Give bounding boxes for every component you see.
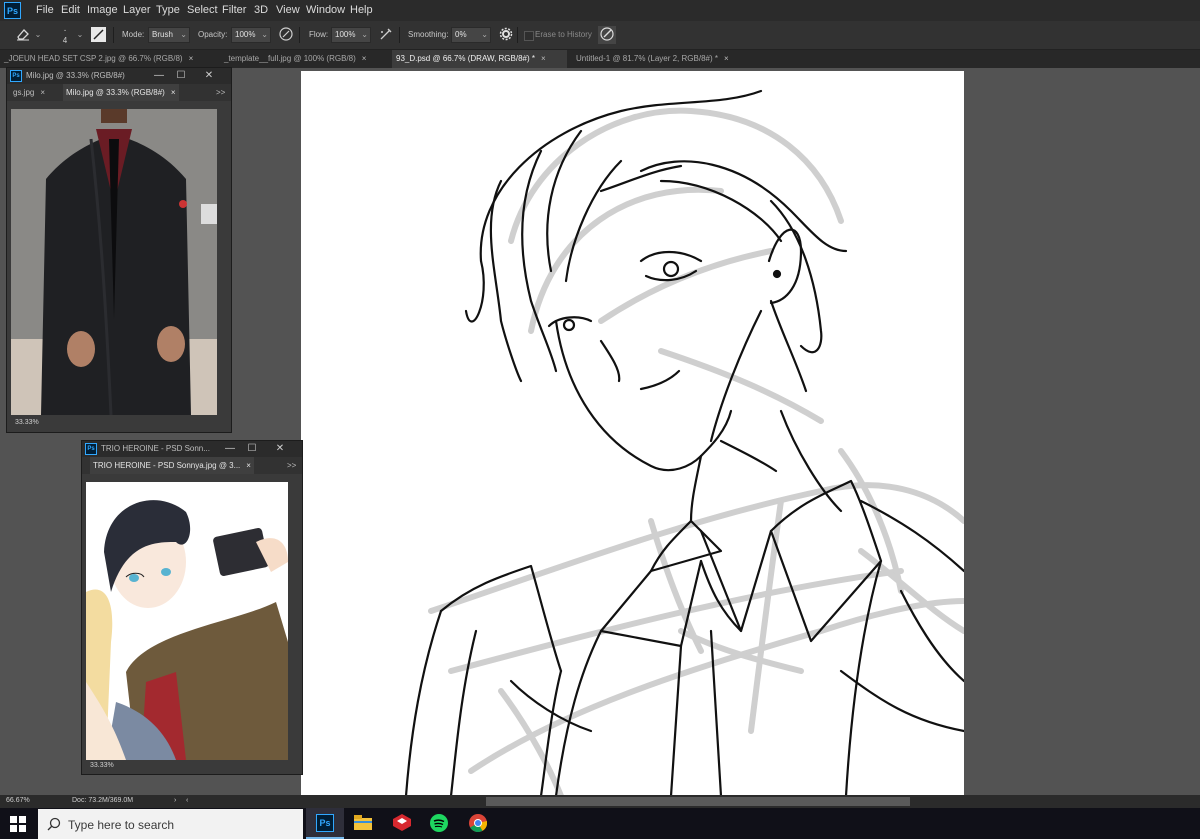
smoothing-label: Smoothing: (408, 30, 449, 39)
airbrush-icon[interactable] (377, 26, 395, 44)
menu-edit[interactable]: Edit (61, 4, 80, 16)
brush-settings-icon[interactable] (91, 27, 106, 42)
flow-label: Flow: (309, 30, 329, 39)
status-zoom[interactable]: 66.67% (6, 797, 30, 804)
chrome-icon[interactable] (469, 814, 488, 833)
window-titlebar[interactable]: Ps TRIO HEROINE - PSD Sonn... — ☐ ✕ (82, 441, 302, 457)
minimize-icon[interactable]: — (219, 441, 241, 457)
menu-select[interactable]: Select (187, 4, 218, 16)
tab-trio-heroine[interactable]: TRIO HEROINE - PSD Sonnya.jpg @ 3... × (90, 457, 254, 474)
tab-close-icon[interactable]: × (541, 54, 546, 63)
menu-layer[interactable]: Layer (123, 4, 151, 16)
smoothing-options-gear-icon[interactable] (497, 26, 515, 44)
menu-type[interactable]: Type (156, 4, 180, 16)
status-next-icon[interactable]: › (174, 797, 176, 804)
tab-template-full[interactable]: _template__full.jpg @ 100% (RGB/8) × (220, 50, 386, 68)
menu-bar: Ps File Edit Image Layer Type Select Fil… (0, 0, 1200, 21)
opacity-field[interactable]: 100% ⌄ (231, 27, 271, 43)
menu-window[interactable]: Window (306, 4, 345, 16)
spotify-icon[interactable] (430, 814, 448, 832)
sketchup-icon[interactable] (393, 814, 411, 831)
window-tab-strip: gs.jpg × Milo.jpg @ 33.3% (RGB/8#) × >> (7, 84, 231, 101)
floating-window-trio-heroine[interactable]: Ps TRIO HEROINE - PSD Sonn... — ☐ ✕ TRIO… (81, 440, 303, 775)
pressure-opacity-icon[interactable] (277, 26, 295, 44)
tab-milo-jpg[interactable]: Milo.jpg @ 33.3% (RGB/8#) × (63, 84, 179, 101)
flow-field[interactable]: 100% ⌄ (331, 27, 371, 43)
tab-gs-jpg[interactable]: gs.jpg × (10, 84, 48, 101)
photoshop-logo-icon: Ps (85, 443, 97, 455)
menu-help[interactable]: Help (350, 4, 373, 16)
menu-view[interactable]: View (276, 4, 300, 16)
mode-label: Mode: (122, 30, 145, 39)
document-canvas[interactable] (301, 71, 964, 796)
erase-to-history-checkbox[interactable] (524, 31, 534, 41)
window-titlebar[interactable]: Ps Milo.jpg @ 33.3% (RGB/8#) — ☐ ✕ (7, 68, 231, 84)
photoshop-icon: Ps (316, 814, 334, 832)
window-title: TRIO HEROINE - PSD Sonn... (101, 444, 210, 453)
document-tab-bar: _JOEUN HEAD SET CSP 2.jpg @ 66.7% (RGB/8… (0, 50, 1200, 68)
tab-close-icon[interactable]: × (171, 88, 176, 97)
minimize-icon[interactable]: — (148, 68, 170, 84)
options-bar: ⌄ · 4 ⌄ Mode: Brush ⌄ Opacity: 100% ⌄ Flow:… (0, 21, 1200, 50)
brush-picker-chevron-icon[interactable]: ⌄ (74, 27, 86, 43)
close-icon[interactable]: ✕ (198, 68, 220, 84)
tab-close-icon[interactable]: × (724, 54, 729, 63)
eraser-tool-icon[interactable] (14, 26, 32, 44)
file-explorer-icon[interactable] (354, 815, 372, 830)
taskbar-photoshop-button[interactable]: Ps (306, 808, 344, 839)
horizontal-scrollbar[interactable] (486, 797, 910, 806)
menu-3d[interactable]: 3D (254, 4, 268, 16)
reference-photo-suit (11, 109, 217, 415)
photoshop-logo-icon: Ps (10, 70, 22, 82)
photoshop-logo-icon[interactable]: Ps (4, 2, 21, 19)
lineart-drawing (404, 89, 964, 796)
mode-select[interactable]: Brush ⌄ (148, 27, 190, 43)
menu-image[interactable]: Image (87, 4, 118, 16)
floating-window-milo[interactable]: Ps Milo.jpg @ 33.3% (RGB/8#) — ☐ ✕ gs.jp… (6, 67, 232, 433)
restore-icon[interactable]: ☐ (170, 68, 192, 84)
opacity-label: Opacity: (198, 30, 228, 39)
more-tabs-icon[interactable]: >> (284, 457, 299, 474)
reference-illustration (86, 482, 288, 760)
search-placeholder: Type here to search (68, 818, 175, 832)
tab-93-d-psd[interactable]: 93_D.psd @ 66.7% (DRAW, RGB/8#) * × (392, 50, 567, 68)
erase-to-history-label: Erase to History (535, 30, 592, 39)
tab-close-icon[interactable]: × (40, 88, 45, 97)
window-title: Milo.jpg @ 33.3% (RGB/8#) (26, 71, 125, 80)
tab-close-icon[interactable]: × (362, 54, 367, 63)
tab-close-icon[interactable]: × (246, 461, 251, 470)
window-tab-strip: TRIO HEROINE - PSD Sonnya.jpg @ 3... × >> (82, 457, 302, 474)
tab-close-icon[interactable]: × (189, 54, 194, 63)
status-prev-icon[interactable]: ‹ (186, 797, 188, 804)
close-icon[interactable]: ✕ (269, 441, 291, 457)
status-doc-size[interactable]: Doc: 73.2M/369.0M (72, 797, 133, 804)
tab-untitled-1[interactable]: Untitled-1 @ 81.7% (Layer 2, RGB/8#) * × (572, 50, 754, 68)
search-icon (47, 817, 61, 831)
status-bar: 66.67% Doc: 73.2M/369.0M › ‹ (0, 795, 1200, 808)
menu-filter[interactable]: Filter (222, 4, 246, 16)
restore-icon[interactable]: ☐ (241, 441, 263, 457)
taskbar-search-box[interactable]: Type here to search (38, 809, 303, 839)
tab-joeun-head-set[interactable]: _JOEUN HEAD SET CSP 2.jpg @ 66.7% (RGB/8… (0, 50, 215, 68)
window-zoom-level: 33.33% (15, 419, 39, 426)
tool-preset-chevron-icon[interactable]: ⌄ (32, 27, 44, 43)
more-tabs-icon[interactable]: >> (213, 84, 228, 101)
pressure-size-icon[interactable] (598, 26, 616, 44)
menu-file[interactable]: File (36, 4, 54, 16)
window-zoom-level: 33.33% (90, 762, 114, 769)
smoothing-field[interactable]: 0% ⌄ (451, 27, 491, 43)
windows-start-icon[interactable] (10, 816, 26, 832)
brush-preset-picker[interactable]: · 4 (56, 26, 74, 46)
